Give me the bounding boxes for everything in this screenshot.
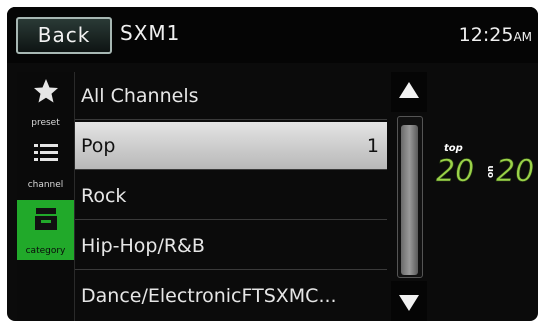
list-item-label: Hip-Hop/R&B xyxy=(81,235,205,257)
clock-ampm: AM xyxy=(513,30,532,44)
list-item-label: Dance/ElectronicFTSXMC... xyxy=(81,285,337,307)
list-item-label: Pop xyxy=(81,135,116,157)
back-button[interactable]: Back xyxy=(16,17,112,54)
sidebar-item-label: category xyxy=(25,246,66,256)
scroll-track[interactable] xyxy=(397,116,423,278)
list-item[interactable]: Dance/ElectronicFTSXMC... xyxy=(75,272,387,320)
sidebar-item-label: channel xyxy=(27,180,64,190)
list-item-count: 1 xyxy=(366,135,379,157)
header-bar: Back SXM1 12:25AM xyxy=(7,7,538,63)
scroll-down-button[interactable] xyxy=(391,281,427,321)
channel-logo: top 20 on 20 xyxy=(430,127,538,199)
sidebar: preset channel category xyxy=(17,72,75,321)
channel-category-list: All Channels Pop 1 Rock Hip-Hop/R&B Danc… xyxy=(75,72,387,321)
list-item-selected[interactable]: Pop 1 xyxy=(75,122,387,170)
clock: 12:25AM xyxy=(459,24,532,46)
list-item[interactable]: Rock xyxy=(75,172,387,220)
sidebar-item-channel[interactable]: channel xyxy=(17,134,74,194)
category-tray-icon xyxy=(35,208,57,230)
list-item-label: Rock xyxy=(81,185,127,207)
list-item[interactable]: Hip-Hop/R&B xyxy=(75,222,387,270)
triangle-down-icon xyxy=(399,295,419,311)
triangle-up-icon xyxy=(399,82,419,98)
scroll-up-button[interactable] xyxy=(391,72,427,112)
logo-right-number: 20 xyxy=(496,154,534,189)
radio-screen: Back SXM1 12:25AM preset channel categor… xyxy=(7,7,538,321)
logo-left-number: 20 xyxy=(436,154,474,189)
scroll-thumb[interactable] xyxy=(401,125,418,275)
list-item-label: All Channels xyxy=(81,85,199,107)
star-icon xyxy=(34,79,58,103)
list-item[interactable]: All Channels xyxy=(75,72,387,120)
sidebar-item-category[interactable]: category xyxy=(17,200,74,260)
top-20-on-20-logo: top 20 on 20 xyxy=(436,143,535,189)
scrollbar[interactable] xyxy=(391,72,427,321)
logo-top-text: top xyxy=(444,143,463,154)
sidebar-item-label: preset xyxy=(31,118,60,128)
sidebar-item-preset[interactable]: preset xyxy=(17,72,74,132)
list-icon xyxy=(34,144,58,161)
station-title: SXM1 xyxy=(120,21,181,45)
clock-time: 12:25 xyxy=(458,24,514,46)
logo-mid-text: on xyxy=(486,165,496,178)
